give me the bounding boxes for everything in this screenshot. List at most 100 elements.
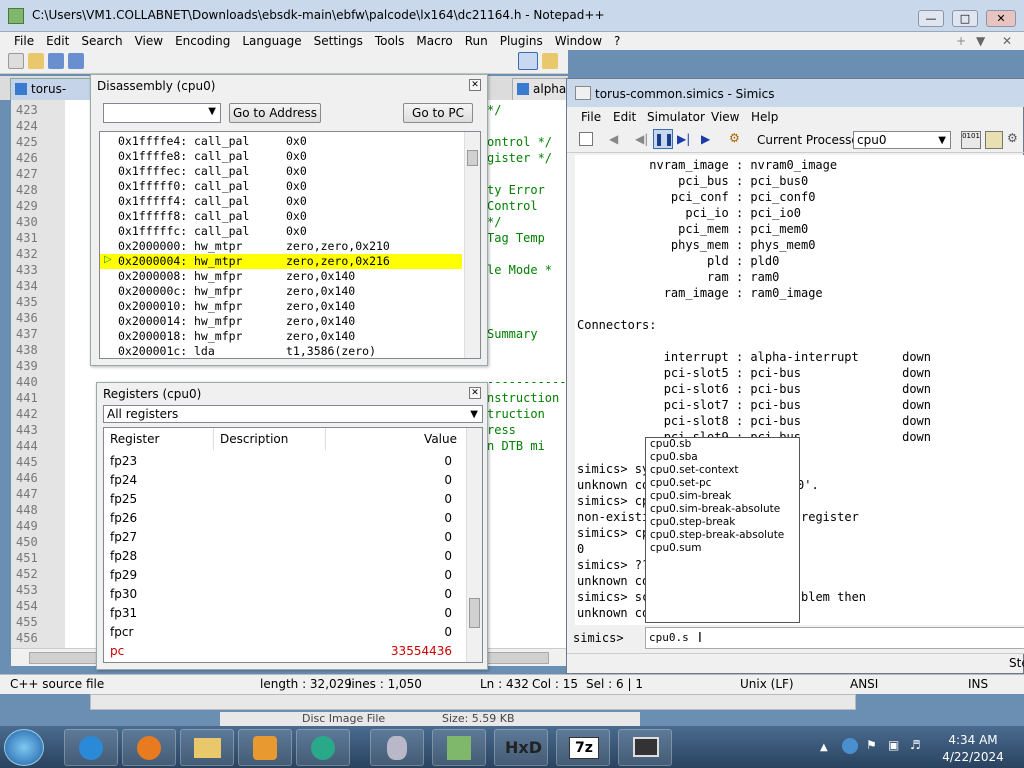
disassembly-row[interactable]: 0x200001c: lda t1,3586(zero) xyxy=(100,344,462,359)
command-input[interactable]: cpu0.s I xyxy=(645,627,1024,649)
menu-search[interactable]: Search xyxy=(75,32,128,50)
tab-alpha[interactable]: alpha xyxy=(512,78,568,100)
step-forward-icon[interactable]: ▶| xyxy=(677,132,690,146)
reverse-icon[interactable]: ◀ xyxy=(609,132,618,146)
maximize-button[interactable]: □ xyxy=(952,10,978,27)
disassembly-row[interactable]: 0x1fffff8: call_pal 0x0 xyxy=(100,209,462,224)
completion-item[interactable]: cpu0.step-break-absolute xyxy=(646,529,799,542)
scrollbar-thumb[interactable] xyxy=(469,598,480,628)
menu-window[interactable]: Window xyxy=(549,32,608,50)
completion-item[interactable]: cpu0.set-pc xyxy=(646,477,799,490)
go-to-pc-button[interactable]: Go to PC xyxy=(403,103,473,123)
clock-time[interactable]: 4:34 AM xyxy=(938,733,1008,747)
disassembly-row[interactable]: 0x2000018: hw_mfpr zero,0x140 xyxy=(100,329,462,344)
new-session-icon[interactable] xyxy=(579,132,593,146)
binary-view-icon[interactable]: 0101 xyxy=(961,131,981,149)
disassembly-row[interactable]: 0x1ffffe4: call_pal 0x0 xyxy=(100,134,462,149)
completion-item[interactable]: cpu0.set-context xyxy=(646,464,799,477)
disassembly-list[interactable]: 0x1ffffe4: call_pal 0x0 0x1ffffe8: call_pal 0… xyxy=(99,131,481,359)
firefox-icon[interactable] xyxy=(122,729,176,766)
show-hidden-icons[interactable]: ▲ xyxy=(820,742,828,753)
disassembly-row[interactable]: 0x1fffff0: call_pal 0x0 xyxy=(100,179,462,194)
disassembly-row[interactable]: 0x2000008: hw_mfpr zero,0x140 xyxy=(100,269,462,284)
column-header-description[interactable]: Description xyxy=(214,428,326,450)
column-header-register[interactable]: Register xyxy=(104,428,214,450)
completion-item[interactable]: cpu0.sum xyxy=(646,542,799,555)
save-icon[interactable] xyxy=(48,53,64,69)
save-all-icon[interactable] xyxy=(68,53,84,69)
processor-select[interactable]: cpu0 ▼ xyxy=(853,131,951,149)
disassembly-row[interactable]: 0x200000c: hw_mfpr zero,0x140 xyxy=(100,284,462,299)
register-row[interactable]: fp27 0 xyxy=(104,528,466,547)
disassembly-row[interactable]: 0x1fffff4: call_pal 0x0 xyxy=(100,194,462,209)
register-row[interactable]: fp28 0 xyxy=(104,547,466,566)
completion-item[interactable]: cpu0.step-break xyxy=(646,516,799,529)
menu-run[interactable]: Run xyxy=(459,32,494,50)
media-player-icon[interactable] xyxy=(238,729,292,766)
menu-help[interactable]: ? xyxy=(608,32,626,50)
register-row[interactable]: fp30 0 xyxy=(104,585,466,604)
register-row[interactable]: fp29 0 xyxy=(104,566,466,585)
vertical-scrollbar[interactable] xyxy=(464,132,480,358)
pause-icon[interactable]: ❚❚ xyxy=(653,129,674,149)
network-icon[interactable] xyxy=(842,738,858,754)
scrollbar-thumb[interactable] xyxy=(467,150,478,166)
close-icon[interactable]: ✕ xyxy=(469,79,481,91)
tab-torus-setup[interactable]: torus-setup xyxy=(10,78,92,100)
new-file-icon[interactable] xyxy=(8,53,24,69)
menu-encoding[interactable]: Encoding xyxy=(169,32,236,50)
vertical-scrollbar[interactable] xyxy=(466,428,482,662)
menu-tools[interactable]: Tools xyxy=(369,32,411,50)
menu-edit[interactable]: Edit xyxy=(40,32,75,50)
tools-icon[interactable]: ⚙ xyxy=(1007,131,1024,149)
simics-menu-simulator[interactable]: Simulator xyxy=(647,110,705,124)
file-explorer-icon[interactable] xyxy=(180,729,234,766)
address-combobox[interactable]: ▼ xyxy=(103,103,221,123)
app-6-icon[interactable] xyxy=(370,729,424,766)
register-filter-select[interactable]: All registers ▼ xyxy=(103,405,483,423)
go-to-address-button[interactable]: Go to Address xyxy=(229,103,321,123)
completion-item[interactable]: cpu0.sim-break-absolute xyxy=(646,503,799,516)
disassembly-row[interactable]: 0x2000010: hw_mfpr zero,0x140 xyxy=(100,299,462,314)
run-icon[interactable]: ▶ xyxy=(701,132,710,146)
close-doc-icon[interactable]: ✕ xyxy=(996,32,1018,50)
notepad-plus-plus-taskbar-icon[interactable] xyxy=(432,729,486,766)
simics-menu-file[interactable]: File xyxy=(581,110,601,124)
disassembly-row[interactable]: 0x2000014: hw_mfpr zero,0x140 xyxy=(100,314,462,329)
register-row[interactable]: fp26 0 xyxy=(104,509,466,528)
disassembly-row[interactable]: ▷ 0x2000004: hw_mtpr zero,zero,0x216 xyxy=(100,254,462,269)
monitor-icon[interactable]: ▣ xyxy=(888,738,899,752)
register-row[interactable]: fp23 0 xyxy=(104,452,466,471)
register-row[interactable]: fp24 0 xyxy=(104,471,466,490)
completion-item[interactable]: cpu0.sba xyxy=(646,451,799,464)
folder-icon[interactable] xyxy=(542,53,558,69)
menu-plugins[interactable]: Plugins xyxy=(494,32,549,50)
word-wrap-icon[interactable] xyxy=(518,52,538,70)
minimize-button[interactable]: — xyxy=(918,10,944,27)
volume-icon[interactable]: ♬ xyxy=(910,738,921,752)
disassembly-row[interactable]: 0x2000000: hw_mtpr zero,zero,0x210 xyxy=(100,239,462,254)
simics-menu-help[interactable]: Help xyxy=(751,110,778,124)
app-5-icon[interactable] xyxy=(296,729,350,766)
register-row[interactable]: pc 33554436 xyxy=(104,642,466,661)
menu-settings[interactable]: Settings xyxy=(308,32,369,50)
menu-file[interactable]: File xyxy=(8,32,40,50)
close-button[interactable]: ✕ xyxy=(986,10,1016,27)
disassembly-row[interactable]: 0x1fffffc: call_pal 0x0 xyxy=(100,224,462,239)
register-row[interactable]: fpcr 0 xyxy=(104,623,466,642)
completion-item[interactable]: cpu0.sb xyxy=(646,438,799,451)
clock-date[interactable]: 4/22/2024 xyxy=(938,750,1008,764)
simics-menu-edit[interactable]: Edit xyxy=(613,110,636,124)
settings-icon[interactable]: ⚙ xyxy=(729,131,740,145)
reverse-step-icon[interactable]: ◀| xyxy=(635,132,648,146)
menu-language[interactable]: Language xyxy=(236,32,307,50)
register-row[interactable]: fp25 0 xyxy=(104,490,466,509)
simics-vm-icon[interactable] xyxy=(618,729,672,766)
column-header-value[interactable]: Value xyxy=(326,428,468,450)
hxd-icon[interactable]: HxD xyxy=(494,729,548,766)
close-icon[interactable]: ✕ xyxy=(469,387,481,399)
register-row[interactable]: fp31 0 xyxy=(104,604,466,623)
add-tab-icon[interactable]: + xyxy=(950,32,972,50)
registers-table[interactable]: Register Description Value fp23 0 fp24 0 fp2… xyxy=(103,427,483,663)
menu-macro[interactable]: Macro xyxy=(410,32,458,50)
